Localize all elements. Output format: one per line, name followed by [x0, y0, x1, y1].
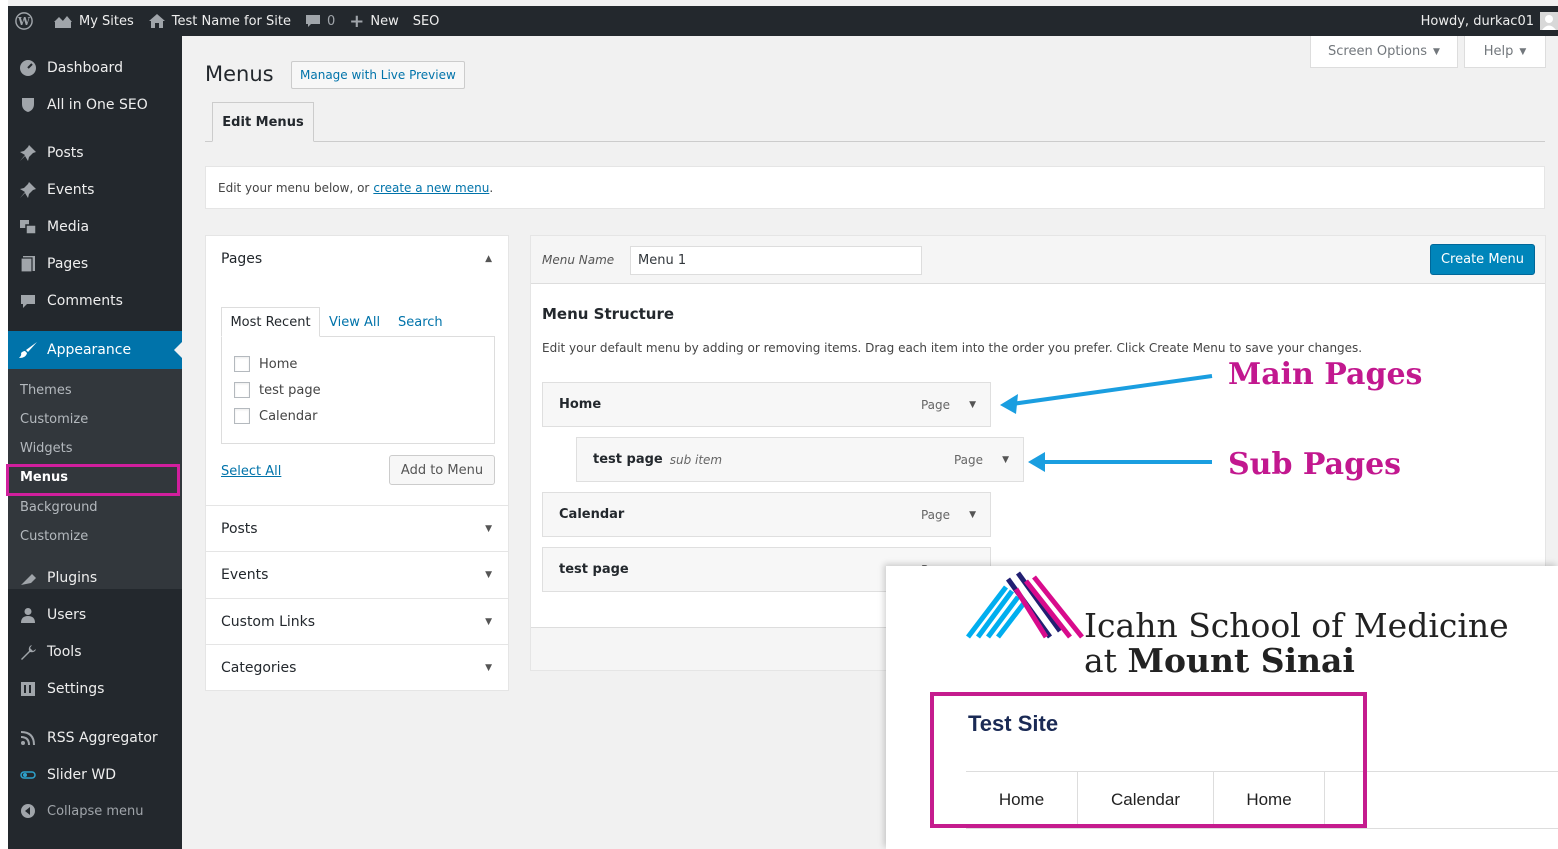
main-pages-annotation: Main Pages	[1228, 357, 1423, 392]
sub-pages-arrowhead	[1028, 452, 1045, 472]
logo-text-line1: Icahn School of Medicine	[1084, 606, 1509, 645]
sub-pages-annotation: Sub Pages	[1228, 447, 1402, 482]
preview-highlight-box	[930, 692, 1367, 828]
logo-text-line2: at Mount Sinai	[1084, 641, 1355, 680]
main-pages-arrowhead	[1000, 394, 1018, 414]
preview-nav-bottom-border	[966, 828, 1558, 829]
logo-text-prefix: at	[1084, 641, 1128, 680]
logo-text-bold: Mount Sinai	[1127, 641, 1355, 680]
main-pages-arrow	[1011, 374, 1213, 406]
tab-most-recent[interactable]: Most Recent	[221, 307, 320, 337]
mount-sinai-logo	[966, 571, 1084, 639]
